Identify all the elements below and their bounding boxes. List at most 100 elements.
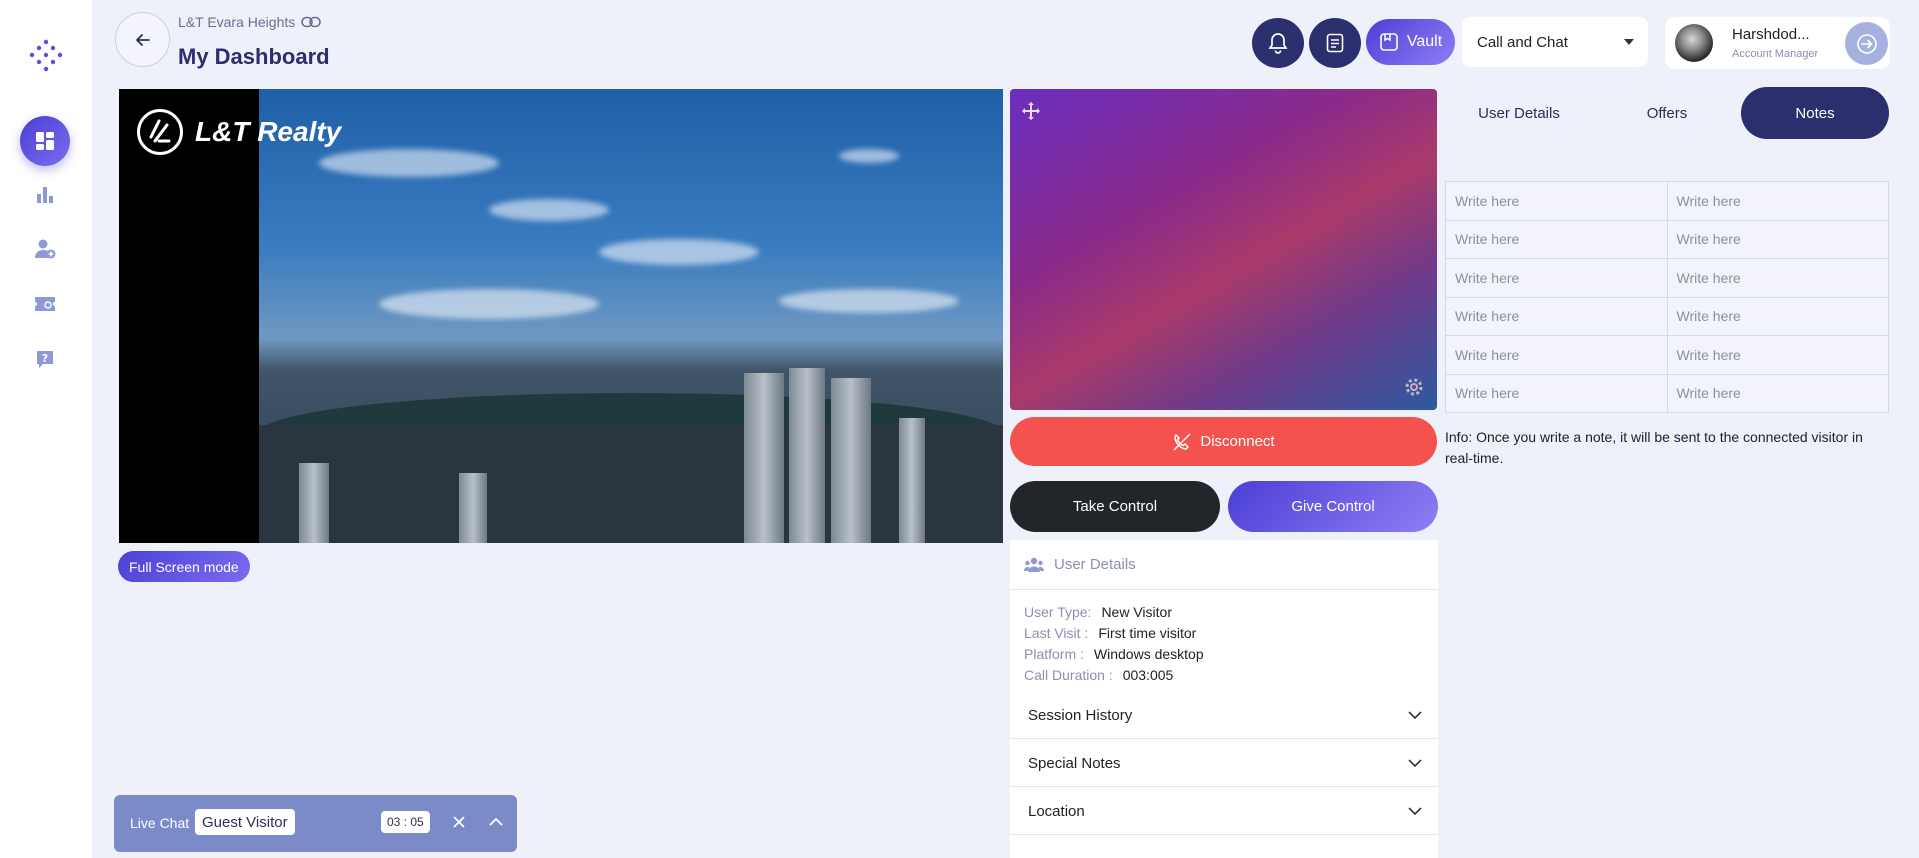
bar-chart-icon <box>37 187 53 203</box>
project-name-label: L&T Evara Heights <box>178 14 296 30</box>
tab-offers[interactable]: Offers <box>1593 87 1741 139</box>
bell-icon <box>1268 33 1288 54</box>
note-input[interactable]: Write here <box>1446 182 1668 221</box>
user-add-icon <box>35 239 56 259</box>
chat-timer: 03 : 05 <box>381 811 430 833</box>
note-input[interactable]: Write here <box>1446 220 1668 259</box>
session-history-accordion[interactable]: Session History <box>1010 692 1438 739</box>
live-chat-label: Live Chat <box>130 815 190 831</box>
chevron-down-icon <box>1408 711 1422 720</box>
project-name: L&T Evara Heights <box>178 14 322 30</box>
app-logo-icon[interactable] <box>28 38 64 74</box>
disconnect-label: Disconnect <box>1200 433 1275 450</box>
call-duration-label: Call Duration : <box>1024 667 1113 683</box>
notifications-button[interactable] <box>1252 18 1304 68</box>
gear-icon[interactable] <box>1403 376 1425 398</box>
table-row: Write here Write here <box>1446 336 1889 375</box>
chevron-up-icon[interactable] <box>486 812 506 832</box>
last-visit-label: Last Visit : <box>1024 625 1089 641</box>
notes-doc-button[interactable] <box>1309 18 1361 68</box>
user-name: Harshdod... <box>1732 26 1810 43</box>
call-duration-value: 003:005 <box>1122 667 1174 683</box>
svg-text:?: ? <box>42 352 48 365</box>
table-row: Write here Write here <box>1446 220 1889 259</box>
disconnect-button[interactable]: Disconnect <box>1010 417 1437 466</box>
sidebar-item-help[interactable]: ? <box>20 334 70 384</box>
help-icon: ? <box>37 351 53 368</box>
note-input[interactable]: Write here <box>1446 297 1668 336</box>
phone-off-icon <box>1173 432 1191 451</box>
note-input[interactable]: Write here <box>1667 374 1889 413</box>
vault-label: Vault <box>1406 33 1443 50</box>
user-type-label: User Type: <box>1024 604 1092 620</box>
brand-logo: L&T Realty <box>137 109 341 155</box>
note-input[interactable]: Write here <box>1667 336 1889 375</box>
platform-value: Windows desktop <box>1093 646 1204 662</box>
call-duration-row: Call Duration : 003:005 <box>1024 667 1438 688</box>
note-input[interactable]: Write here <box>1667 220 1889 259</box>
camera-preview[interactable] <box>1010 89 1437 410</box>
brand-name: L&T Realty <box>195 116 342 147</box>
video-feed[interactable]: L&T Realty <box>119 89 1003 543</box>
location-accordion[interactable]: Location <box>1010 788 1438 835</box>
live-chat-bar[interactable]: Live Chat Guest Visitor 03 : 05 <box>114 795 517 852</box>
move-icon[interactable] <box>1020 101 1042 123</box>
user-details-panel: User Details User Type: New Visitor Last … <box>1010 540 1438 858</box>
special-notes-accordion[interactable]: Special Notes <box>1010 740 1438 787</box>
guest-visitor-badge: Guest Visitor <box>195 809 295 835</box>
chevron-down-icon <box>1408 759 1422 768</box>
link-icon[interactable] <box>301 16 322 28</box>
tab-notes[interactable]: Notes <box>1741 87 1889 139</box>
table-row: Write here Write here <box>1446 182 1889 221</box>
user-type-value: New Visitor <box>1101 604 1172 620</box>
note-input[interactable]: Write here <box>1667 297 1889 336</box>
fullscreen-button[interactable]: Full Screen mode <box>118 551 250 582</box>
platform-row: Platform : Windows desktop <box>1024 646 1438 667</box>
avatar <box>1675 24 1713 62</box>
note-input[interactable]: Write here <box>1667 182 1889 221</box>
notes-info-text: Info: Once you write a note, it will be … <box>1445 429 1863 466</box>
vault-button[interactable]: Vault <box>1366 19 1455 65</box>
user-type-row: User Type: New Visitor <box>1024 604 1438 625</box>
mode-select[interactable]: Call and Chat <box>1462 17 1648 67</box>
page-title: My Dashboard <box>178 44 330 69</box>
table-row: Write here Write here <box>1446 259 1889 298</box>
users-icon <box>1024 557 1044 572</box>
chevron-down-icon <box>1408 807 1422 816</box>
user-role: Account Manager <box>1732 48 1819 60</box>
sidebar-item-users[interactable] <box>20 224 70 274</box>
logout-icon <box>1856 33 1877 54</box>
platform-label: Platform : <box>1024 646 1084 662</box>
city-skyline-image <box>259 89 1003 543</box>
session-history-label: Session History <box>1028 706 1133 724</box>
mode-select-value: Call and Chat <box>1477 33 1568 51</box>
sidebar-item-analytics[interactable] <box>20 169 70 219</box>
user-profile[interactable]: Harshdod... Account Manager <box>1665 17 1890 69</box>
lt-logo-icon <box>137 109 183 155</box>
close-icon[interactable] <box>449 812 469 832</box>
user-details-heading: User Details <box>1054 556 1136 573</box>
note-input[interactable]: Write here <box>1446 336 1668 375</box>
table-row: Write here Write here <box>1446 374 1889 413</box>
document-icon <box>1326 33 1344 53</box>
last-visit-value: First time visitor <box>1098 625 1197 641</box>
last-visit-row: Last Visit : First time visitor <box>1024 625 1438 646</box>
special-notes-label: Special Notes <box>1028 754 1121 772</box>
notes-table: Write here Write here Write here Write her… <box>1445 181 1889 413</box>
sidebar-item-tickets[interactable] <box>20 279 70 329</box>
logout-button[interactable] <box>1845 22 1888 65</box>
note-input[interactable]: Write here <box>1667 259 1889 298</box>
give-control-button[interactable]: Give Control <box>1228 481 1438 532</box>
arrow-left-icon <box>135 33 150 46</box>
note-input[interactable]: Write here <box>1446 374 1668 413</box>
dashboard-icon <box>36 132 54 150</box>
user-details-header: User Details <box>1010 540 1438 590</box>
tab-user-details[interactable]: User Details <box>1445 87 1593 139</box>
sidebar: ? <box>0 0 92 858</box>
note-input[interactable]: Write here <box>1446 259 1668 298</box>
sidebar-item-dashboard[interactable] <box>20 116 70 166</box>
caret-down-icon <box>1624 39 1634 45</box>
details-tabs: User Details Offers Notes <box>1445 87 1889 139</box>
take-control-button[interactable]: Take Control <box>1010 481 1220 532</box>
back-button[interactable] <box>115 12 170 67</box>
